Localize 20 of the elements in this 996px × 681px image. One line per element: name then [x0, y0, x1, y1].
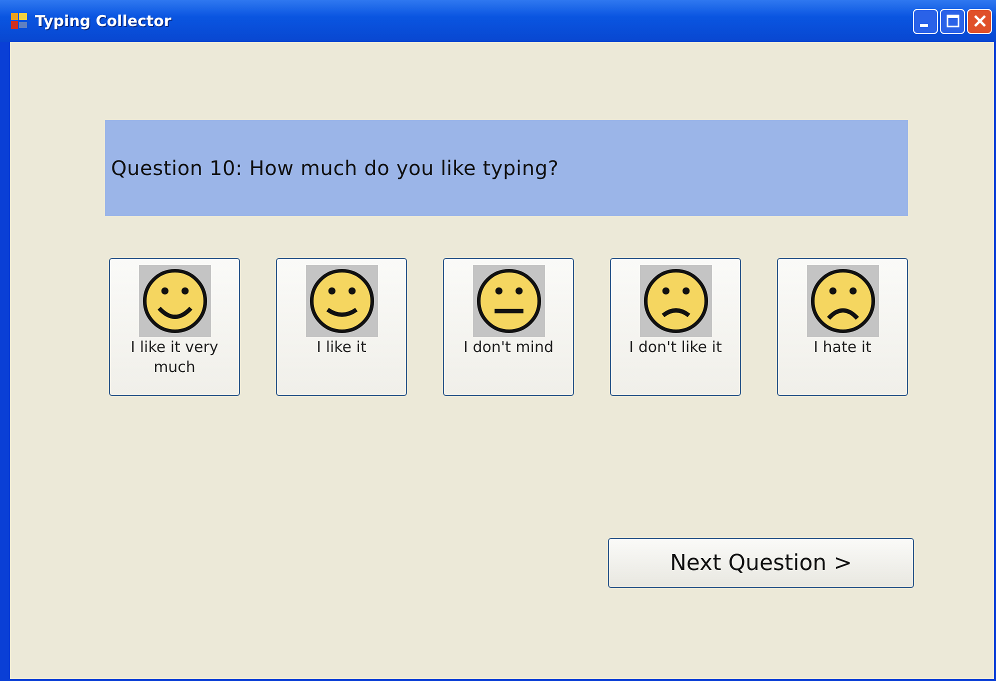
- question-text: Question 10: How much do you like typing?: [111, 156, 559, 180]
- answer-button[interactable]: I hate it: [777, 258, 908, 396]
- smiley-icon: [138, 265, 210, 337]
- smiley-icon: [472, 265, 544, 337]
- smiley-icon: [306, 265, 378, 337]
- app-icon: [10, 12, 28, 30]
- smiley-icon: [640, 265, 712, 337]
- close-icon: [972, 14, 986, 28]
- close-button[interactable]: [967, 8, 992, 34]
- smiley-icon: [806, 265, 878, 337]
- answer-button[interactable]: I like it very much: [109, 258, 240, 396]
- answer-button[interactable]: I don't mind: [443, 258, 574, 396]
- maximize-button[interactable]: [940, 8, 965, 34]
- minimize-button[interactable]: [913, 8, 938, 34]
- answer-button[interactable]: I like it: [276, 258, 407, 396]
- next-question-button[interactable]: Next Question >: [608, 538, 914, 588]
- answer-button[interactable]: I don't like it: [610, 258, 741, 396]
- maximize-icon: [946, 14, 960, 28]
- window-title: Typing Collector: [35, 12, 172, 30]
- minimize-icon: [920, 24, 928, 26]
